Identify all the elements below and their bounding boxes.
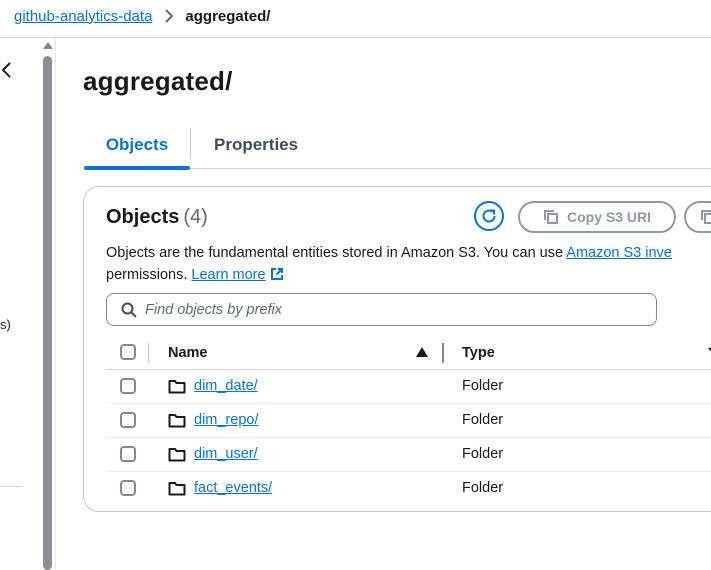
refresh-icon [482,209,496,223]
description-text-2: permissions. [106,267,192,283]
side-navigation [0,38,42,570]
row-checkbox[interactable] [120,412,136,428]
objects-description: Objects are the fundamental entities sto… [106,242,711,288]
side-nav-divider [0,486,22,487]
object-name-link[interactable]: fact_events/ [194,480,272,496]
object-name-link[interactable]: dim_date/ [194,378,258,394]
breadcrumb-bucket-link[interactable]: github-analytics-data [14,8,152,25]
copy-s3-uri-button[interactable]: Copy S3 URI [518,201,676,233]
learn-more-link[interactable]: Learn more [191,267,265,283]
copy-s3-uri-label: Copy S3 URI [566,209,651,225]
copy-icon [543,210,558,224]
sort-ascending-icon[interactable] [416,347,428,357]
chevron-right-icon [164,9,174,23]
objects-heading-text: Objects [106,206,180,228]
table-row: dim_repo/ Folder [106,404,711,438]
object-type: Folder [462,378,504,394]
description-text-1: Objects are the fundamental entities sto… [106,245,567,261]
tab-list: Objects Properties [84,122,711,170]
select-all-checkbox[interactable] [120,344,136,360]
row-checkbox[interactable] [120,378,136,394]
search-box[interactable] [106,293,657,326]
external-link-icon[interactable] [270,266,284,288]
chevron-left-icon[interactable] [0,62,12,83]
table-header: Name Type [106,339,711,370]
column-resize-handle[interactable] [442,343,444,363]
scroll-up-arrow-icon[interactable] [43,42,53,49]
copy-icon [701,210,711,224]
copy-url-button[interactable] [684,201,711,233]
row-checkbox[interactable] [120,480,136,496]
object-name-link[interactable]: dim_user/ [194,446,258,462]
object-type: Folder [462,480,504,496]
breadcrumb-current: aggregated/ [185,7,271,25]
row-checkbox[interactable] [120,446,136,462]
tab-properties[interactable]: Properties [214,122,298,167]
folder-icon [168,379,186,399]
side-nav-text-fragment: s) [0,317,11,332]
folder-icon [168,481,186,501]
scrollbar-thumb[interactable] [43,56,52,570]
page-title: aggregated/ [83,66,233,96]
folder-icon [168,447,186,467]
column-separator [148,343,149,363]
object-type: Folder [462,446,504,462]
header-divider [0,37,711,38]
table-row: dim_user/ Folder [106,438,711,472]
tab-objects[interactable]: Objects [84,122,190,170]
folder-icon [168,413,186,433]
search-icon [121,302,137,318]
table-row: dim_date/ Folder [106,370,711,404]
objects-panel: Objects (4) Copy S3 URI Objects are the f… [83,186,711,512]
objects-heading: Objects (4) [106,206,208,229]
search-input[interactable] [145,301,625,318]
refresh-button[interactable] [474,201,504,231]
object-type: Folder [462,412,504,428]
objects-count: (4) [183,206,208,228]
tab-separator [190,128,191,158]
column-header-type[interactable]: Type [462,345,495,361]
object-name-link[interactable]: dim_repo/ [194,412,258,428]
table-row: fact_events/ Folder [106,472,711,505]
amazon-s3-inventory-link[interactable]: Amazon S3 inve [566,245,672,261]
breadcrumb: github-analytics-data aggregated/ [14,6,270,26]
objects-table: Name Type dim_date/ Folder dim_repo/ Fol… [106,339,711,505]
column-header-name[interactable]: Name [168,345,208,361]
content-divider [55,38,56,570]
